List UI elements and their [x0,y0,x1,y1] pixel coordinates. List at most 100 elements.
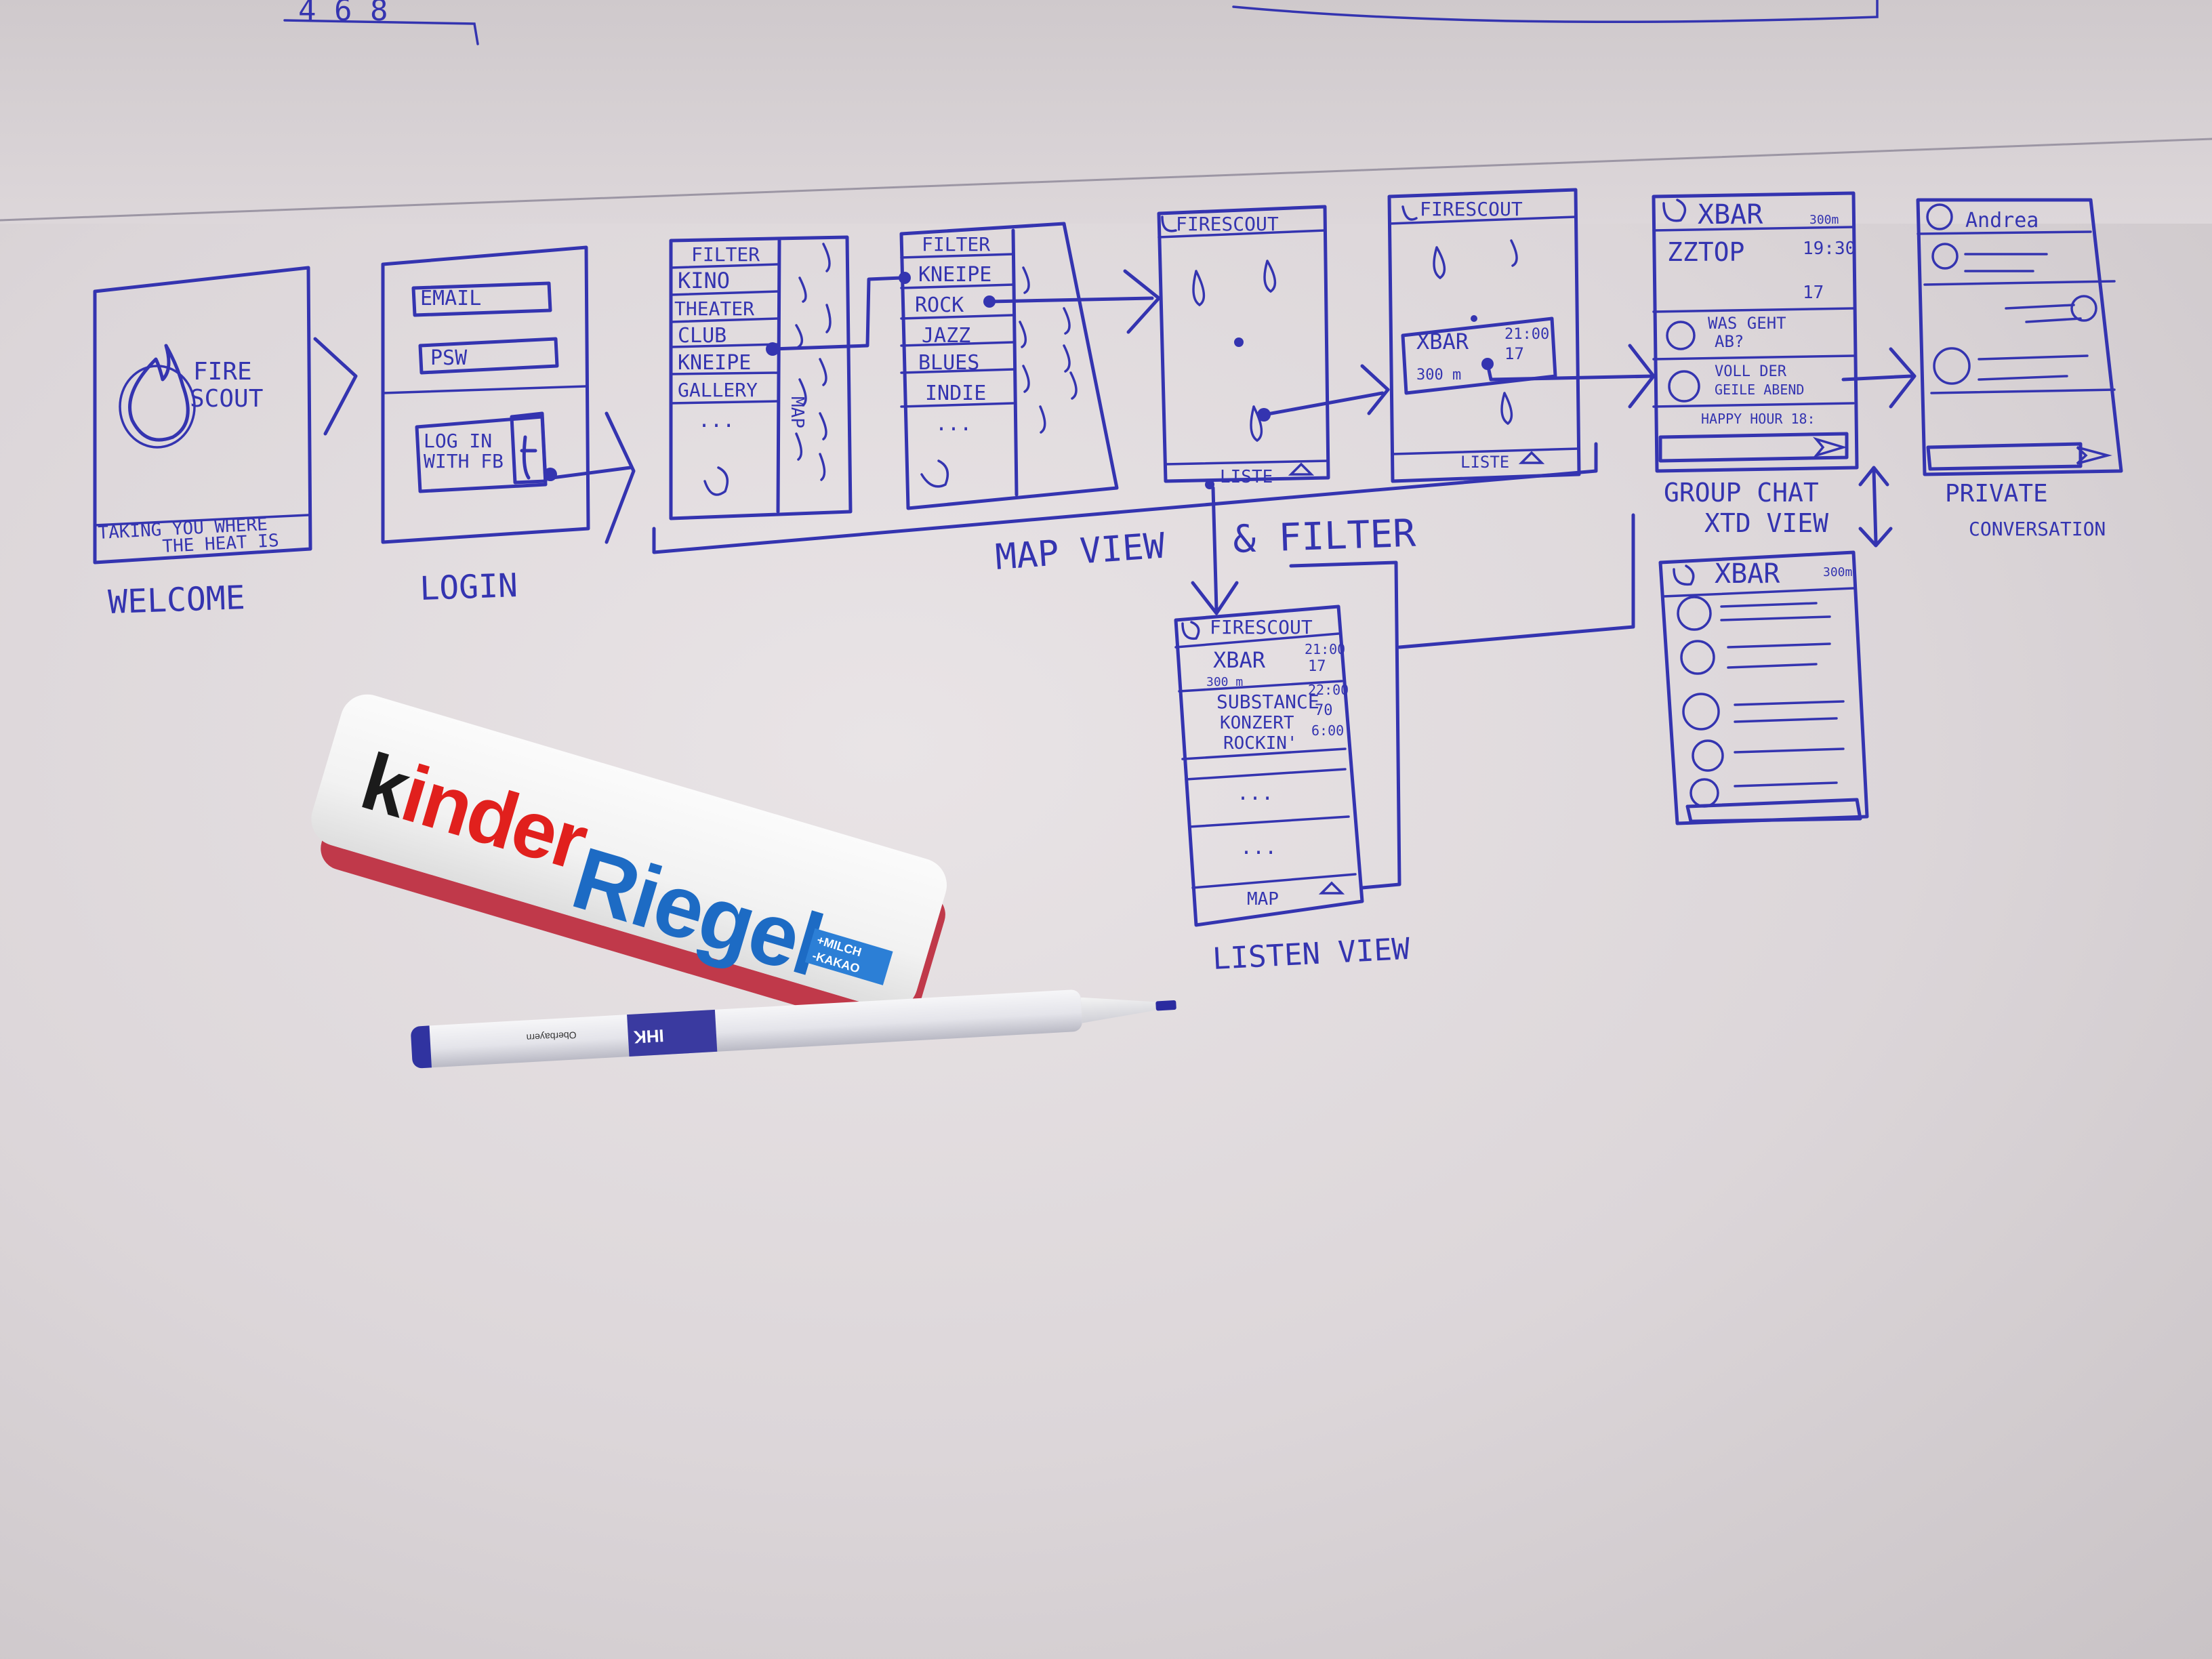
filter1-item-3: CLUB [678,324,726,348]
avatar [1931,243,1959,270]
fb-icon [510,411,548,485]
group-chat-caption-line2: XTD VIEW [1704,508,1828,538]
flame-icon [128,344,190,442]
list-row2-extra: 6:00 [1311,722,1344,739]
filter-caption: & FILTER [1232,512,1416,562]
map-view-caption: MAP VIEW [994,526,1167,578]
group-chat-header: XBAR [1698,199,1763,230]
group-chat-caption-line1: GROUP CHAT [1664,478,1819,508]
list-flame-icon [1181,621,1200,640]
login-password-label: PSW [430,346,468,370]
avatar [1682,693,1720,731]
list-up-arrow-icon [1318,881,1345,895]
private-header: Andrea [1965,209,2039,232]
map2-popup-count: 17 [1504,344,1524,363]
arrow-welcome-to-login [313,337,358,436]
group-chat-msg1-line2: AB? [1715,332,1744,351]
avatar [1666,321,1696,350]
login-fb-line2: WITH FB [424,450,504,472]
filter1-item-4: KNEIPE [678,351,751,375]
xtd-flame-icon [1673,565,1695,586]
group-chat-msg3: HAPPY HOUR 18: [1701,411,1816,427]
map2-header: FIRESCOUT [1420,198,1523,220]
avatar [1692,739,1724,772]
pen-nib [1155,1000,1176,1011]
map2-footer: LISTE [1460,453,1509,472]
map1-flame-icon [1161,216,1177,232]
list-row2-name3: ROCKIN' [1223,733,1298,754]
filter1-item-2: THEATER [674,298,754,320]
avatar [1680,640,1715,675]
group-chat-input [1658,432,1849,463]
list-map-link [1289,560,1401,890]
group-chat-event: ZZTOP [1667,237,1744,267]
arrow-filter1-to-filter2 [771,276,903,351]
welcome-logo-line1: FIRE [193,358,252,386]
avatar [1689,778,1719,808]
group-chat-msg2-line2: GEILE ABEND [1715,382,1804,398]
xtd-chat-screen: XBAR 300m [1658,550,1869,825]
filter-screen-2: FILTER KNEIPE ROCK JAZZ BLUES INDIE ... [899,222,1119,510]
group-chat-header-dist: 300m [1809,213,1839,227]
map1-footer: LISTE [1220,467,1273,487]
xtd-header-dist: 300m [1823,565,1852,579]
map2-popup-name: XBAR [1416,329,1469,354]
filter2-item-5: INDIE [925,382,986,405]
private-input [1926,442,2083,471]
map2-flame-icon [1401,205,1418,221]
arrow-login-to-filter [550,411,636,544]
map1-header: FIRESCOUT [1176,213,1279,235]
filter2-item-2: ROCK [915,293,964,317]
pen-cap [410,1025,432,1069]
group-chat-screen: XBAR 300m ZZTOP 19:30 17 WAS GEHT AB? VO… [1652,191,1893,548]
filter2-item-6: ... [935,412,972,436]
map2-popup-time: 21:00 [1504,326,1549,343]
avatar [1668,370,1700,403]
private-caption-line2: CONVERSATION [1969,518,2106,540]
login-email-label: EMAIL [420,287,481,310]
list-row1-name: XBAR [1213,647,1266,673]
filter1-header: FILTER [691,243,760,266]
top-scrap-numbers: 4 6 8 [298,0,388,28]
list-dots-1: ... [1237,781,1273,805]
list-screen: FIRESCOUT XBAR 21:00 17 300 m SUBSTANCE … [1174,605,1411,977]
filter1-item-5: GALLERY [678,379,758,401]
list-row2-name: SUBSTANCE [1216,691,1319,713]
filter2-pins [1019,266,1078,434]
welcome-logo-line2: SCOUT [190,385,263,413]
group-chat-flame-icon [1662,199,1687,222]
private-screen: Andrea PRIVATE CONVERSATION [1916,198,2123,540]
filter2-item-1: KNEIPE [918,263,991,287]
list-row2-time: 22:00 [1308,682,1349,698]
xtd-header: XBAR [1715,558,1780,590]
welcome-caption: WELCOME [107,579,245,621]
list-footer: MAP [1247,889,1279,909]
map2-up-arrow-icon [1518,451,1545,464]
list-to-groupchat-link [1397,513,1635,649]
welcome-screen: FIRE SCOUT TAKING YOU WHERE THE HEAT IS … [93,266,312,621]
avatar [1933,347,1971,385]
group-chat-msg1-line1: WAS GEHT [1708,314,1786,333]
sheet-edge-line [0,138,2212,222]
double-arrow-icon [1858,466,1893,548]
avatar [1677,596,1712,631]
list-row1-count: 17 [1308,658,1326,675]
avatar [2070,295,2097,322]
list-header: FIRESCOUT [1210,616,1313,638]
map-screen-1: FIRESCOUT LISTE [1157,205,1330,489]
login-screen: EMAIL PSW LOG IN WITH FB LOGIN [381,245,590,608]
group-chat-msg2-line1: VOLL DER [1715,363,1787,380]
send-icon [1812,436,1848,458]
map-screen-2: FIRESCOUT XBAR 21:00 17 300 m LISTE [1387,188,1581,483]
login-fb-line1: LOG IN [424,430,492,452]
map1-up-arrow-icon [1288,462,1315,476]
filter1-side-label: MAP [787,396,807,428]
avatar [1926,203,1953,230]
filter-screen-1: FILTER KINO THEATER CLUB KNEIPE GALLERY … [669,235,853,520]
list-row2-name2: KONZERT [1220,713,1294,733]
list-caption: LISTEN VIEW [1212,932,1411,977]
group-chat-event-count: 17 [1803,283,1824,303]
list-row2-count: 70 [1315,702,1333,719]
filter1-item-1: KINO [678,268,730,293]
filter2-header: FILTER [922,233,990,255]
